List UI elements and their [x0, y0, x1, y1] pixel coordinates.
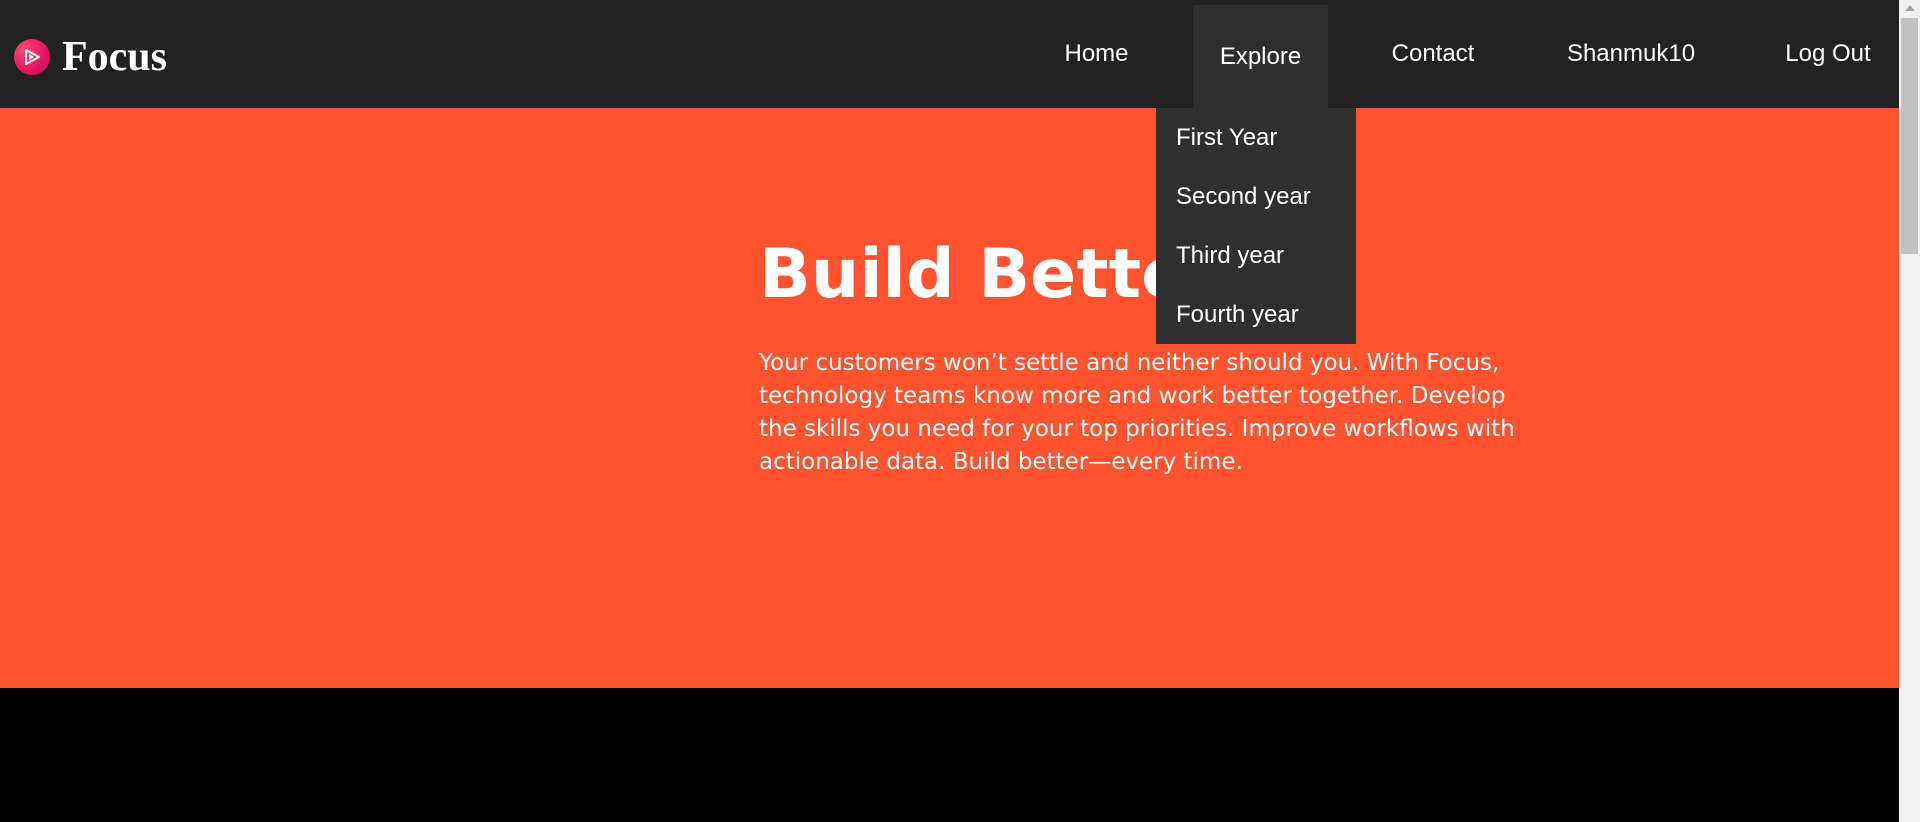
dropdown-item-first-year[interactable]: First Year	[1176, 118, 1277, 158]
brand-name: Focus	[62, 34, 167, 80]
scrollbar-thumb[interactable]	[1901, 18, 1918, 254]
brand[interactable]: Focus	[14, 33, 167, 81]
nav-contact-link[interactable]: Contact	[1372, 0, 1494, 108]
top-navbar: Focus Home Explore Contact Shanmuk10 Log…	[0, 0, 1899, 108]
nav-home-link[interactable]: Home	[1039, 0, 1154, 108]
hero-description: Your customers won’t settle and neither …	[759, 350, 1515, 475]
hero-title: Build Better	[759, 235, 1221, 314]
nav-user-link[interactable]: Shanmuk10	[1551, 0, 1711, 108]
explore-dropdown-menu: First Year Second year Third year Fourth…	[1156, 108, 1356, 344]
play-icon	[14, 39, 50, 75]
dropdown-item-second-year[interactable]: Second year	[1176, 177, 1311, 217]
nav-logout-link[interactable]: Log Out	[1770, 0, 1886, 108]
bottom-section	[0, 688, 1899, 822]
dropdown-item-fourth-year[interactable]: Fourth year	[1176, 295, 1299, 335]
nav-explore-link[interactable]: Explore	[1193, 5, 1328, 108]
scroll-up-icon[interactable]	[1905, 5, 1915, 11]
dropdown-item-third-year[interactable]: Third year	[1176, 236, 1284, 276]
hero-section: Build Better Your customers won’t settle…	[0, 108, 1899, 688]
page-scrollbar[interactable]	[1899, 0, 1920, 822]
